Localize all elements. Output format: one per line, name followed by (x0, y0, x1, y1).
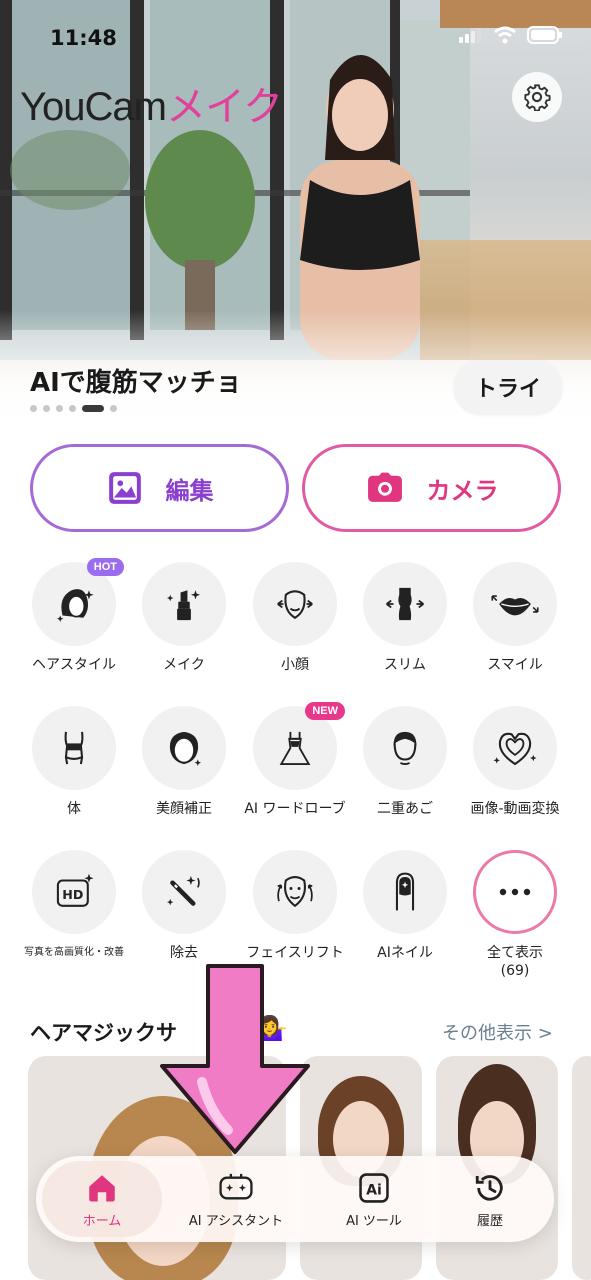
ai-tools-icon: Ai (359, 1172, 389, 1203)
nav-label: AI ツール (346, 1213, 402, 1229)
app-logo: YouCamメイク (20, 74, 283, 132)
pagination-dot[interactable] (110, 405, 117, 412)
bottom-navigation: ホーム AI アシスタント Ai AI ツール 履歴 (36, 1156, 554, 1242)
hot-badge: HOT (86, 558, 124, 576)
feature-label: スリム (384, 657, 426, 673)
pagination-dot[interactable] (43, 405, 50, 412)
feature-show-all[interactable]: 全て表示 (69) (460, 850, 570, 980)
feature-label: フェイスリフト (246, 945, 344, 961)
promo-title: AIで腹筋マッチョ (30, 368, 242, 398)
feature-label: 体 (67, 801, 81, 817)
smile-lips-icon (491, 595, 539, 616)
feature-makeup[interactable]: メイク (129, 562, 239, 674)
feature-label: AIネイル (377, 945, 433, 961)
feature-label: スマイル (487, 657, 543, 673)
feature-remove[interactable]: 除去 (129, 850, 239, 962)
pagination-dot[interactable] (56, 405, 63, 412)
beauty-face-icon (169, 731, 202, 766)
feature-photo-to-video[interactable]: 画像-動画変換 (460, 706, 570, 818)
body-icon (64, 731, 84, 765)
see-more-link[interactable]: その他表示 > (442, 1019, 553, 1045)
signal-icon (459, 28, 481, 43)
feature-label: 美顔補正 (156, 801, 212, 817)
logo-accent: メイク (165, 85, 283, 129)
double-chin-icon (393, 731, 417, 766)
settings-button[interactable] (512, 72, 562, 122)
camera-button[interactable]: カメラ (302, 444, 561, 532)
feature-label: 除去 (170, 945, 198, 961)
more-icon (499, 888, 531, 896)
edit-label: 編集 (165, 476, 214, 505)
feature-label: 全て表示 (69) (487, 945, 543, 979)
nav-ai-tools[interactable]: Ai AI ツール (314, 1156, 434, 1242)
nav-label: AI アシスタント (188, 1213, 284, 1229)
status-icons (459, 26, 563, 44)
try-button[interactable]: トライ (454, 360, 562, 414)
ai-assistant-icon (219, 1173, 253, 1199)
home-icon (89, 1174, 115, 1201)
feature-label: 小顔 (281, 657, 309, 673)
feature-slim[interactable]: スリム (350, 562, 460, 674)
photo-to-video-icon (493, 732, 537, 766)
svg-text:Ai: Ai (366, 1182, 382, 1198)
logo-main: YouCam (20, 85, 167, 129)
pagination-dot-active[interactable] (82, 405, 104, 412)
pagination-dot[interactable] (69, 405, 76, 412)
feature-label: AI ワードローブ (244, 801, 346, 817)
face-slim-icon (277, 590, 313, 620)
feature-hd-enhance[interactable]: HD 写真を高画質化・改善 (19, 850, 129, 962)
wifi-icon (494, 26, 516, 44)
feature-ai-nail[interactable]: AIネイル (350, 850, 460, 962)
battery-icon (527, 26, 562, 44)
nav-label: ホーム (82, 1213, 122, 1229)
hd-icon: HD (56, 873, 94, 907)
feature-body[interactable]: 体 (19, 706, 129, 818)
feature-small-face[interactable]: 小顔 (240, 562, 350, 674)
nav-label: 履歴 (476, 1213, 503, 1229)
pagination-dot[interactable] (30, 405, 37, 412)
gear-icon (524, 84, 551, 111)
feature-label: メイク (163, 657, 205, 673)
nail-icon (395, 872, 415, 911)
feature-double-chin[interactable]: 二重あご (350, 706, 460, 818)
dress-icon (279, 731, 311, 766)
feature-beauty[interactable]: 美顔補正 (129, 706, 239, 818)
magic-wand-icon (166, 875, 200, 906)
nav-ai-assistant[interactable]: AI アシスタント (176, 1156, 296, 1242)
edit-button[interactable]: 編集 (30, 444, 289, 532)
feature-label: ヘアスタイル (32, 657, 116, 673)
ceiling-beam (440, 0, 591, 28)
camera-label: カメラ (426, 476, 499, 505)
feature-label: 画像-動画変換 (470, 801, 560, 817)
pointer-arrow (160, 964, 310, 1154)
camera-icon (367, 472, 402, 502)
status-time: 11:48 (50, 26, 117, 50)
feature-label: 二重あご (377, 801, 433, 817)
lipstick-icon (166, 590, 201, 621)
history-icon (475, 1174, 503, 1201)
hair-magic-card[interactable] (572, 1056, 591, 1280)
feature-label: 写真を高画質化・改善 (24, 947, 124, 958)
photo-icon (108, 472, 141, 504)
feature-hairstyle[interactable]: HOT ヘアスタイル (19, 558, 129, 674)
carousel-pagination (30, 405, 117, 412)
feature-smile[interactable]: スマイル (460, 562, 570, 674)
new-badge: NEW (305, 702, 345, 720)
background-window-illustration (0, 0, 470, 360)
nav-home[interactable]: ホーム (42, 1161, 162, 1237)
svg-text:HD: HD (62, 887, 83, 902)
face-lift-icon (277, 876, 313, 908)
nav-history[interactable]: 履歴 (430, 1156, 550, 1242)
feature-face-lift[interactable]: フェイスリフト (240, 850, 350, 962)
feature-ai-wardrobe[interactable]: NEW AI ワードローブ (240, 702, 350, 818)
hair-icon (56, 589, 94, 622)
body-slim-icon (386, 587, 424, 621)
